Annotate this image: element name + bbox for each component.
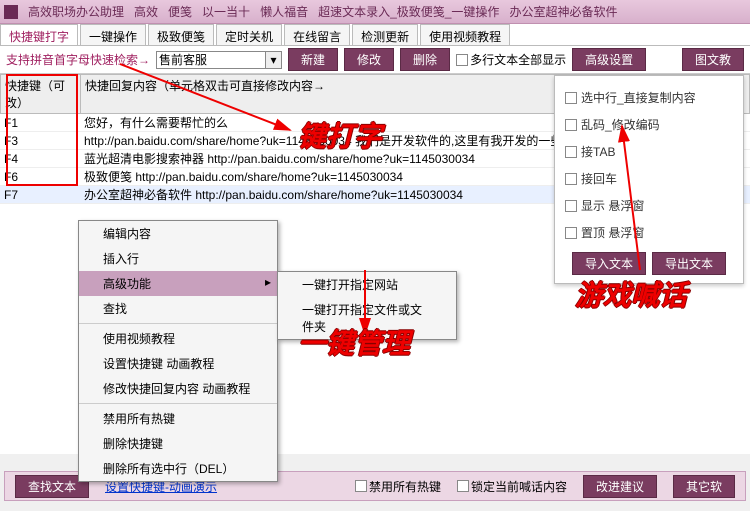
opt-fix-encoding[interactable]: 乱码_修改编码	[563, 111, 735, 138]
delete-button[interactable]: 删除	[400, 48, 450, 71]
advanced-settings-button[interactable]: 高级设置	[572, 48, 646, 71]
tab-shutdown[interactable]: 定时关机	[216, 24, 282, 45]
opt-top-float[interactable]: 置顶 悬浮窗	[563, 219, 735, 246]
pinyin-search-label: 支持拼音首字母快速检索→	[6, 51, 150, 68]
submenu-open-file[interactable]: 一键打开指定文件或文件夹	[278, 297, 456, 339]
menu-separator	[79, 403, 277, 404]
tab-shortcut-typing[interactable]: 快捷键打字	[0, 24, 78, 45]
app-title: 高效职场办公助理	[28, 3, 124, 20]
title-link[interactable]: 懒人福音	[260, 3, 308, 20]
lock-shout-checkbox[interactable]: 锁定当前喊话内容	[457, 478, 567, 495]
checkbox-icon	[565, 146, 577, 158]
checkbox-icon	[456, 54, 468, 66]
menu-insert-row[interactable]: 插入行	[79, 246, 277, 271]
menu-disable-hotkeys[interactable]: 禁用所有热键	[79, 406, 277, 431]
title-link[interactable]: 超速文本录入_极致便笺_一键操作	[318, 3, 499, 20]
col-shortcut-key: 快捷键（可改）	[1, 75, 81, 113]
advanced-settings-panel: 选中行_直接复制内容 乱码_修改编码 接TAB 接回车 显示 悬浮窗 置顶 悬浮…	[554, 75, 744, 284]
submenu-arrow-icon: ▸	[265, 275, 271, 289]
multiline-checkbox[interactable]: 多行文本全部显示	[456, 51, 566, 68]
opt-append-tab[interactable]: 接TAB	[563, 138, 735, 165]
tab-update[interactable]: 检测更新	[352, 24, 418, 45]
checkbox-icon	[457, 480, 469, 492]
other-software-button[interactable]: 其它软	[673, 475, 735, 498]
menu-edit-content[interactable]: 编辑内容	[79, 221, 277, 246]
checkbox-icon	[565, 92, 577, 104]
app-icon	[4, 5, 18, 19]
opt-show-float[interactable]: 显示 悬浮窗	[563, 192, 735, 219]
chevron-down-icon[interactable]: ▾	[266, 51, 282, 69]
img-text-button[interactable]: 图文教	[682, 48, 744, 71]
menu-delete-selected[interactable]: 删除所有选中行（DEL）	[79, 456, 277, 481]
tab-sticky-notes[interactable]: 极致便笺	[148, 24, 214, 45]
title-link[interactable]: 办公室超神必备软件	[509, 3, 617, 20]
opt-append-enter[interactable]: 接回车	[563, 165, 735, 192]
menu-video-tutorial[interactable]: 使用视频教程	[79, 326, 277, 351]
checkbox-icon	[565, 119, 577, 131]
search-combo[interactable]: ▾	[156, 51, 282, 69]
title-link[interactable]: 以一当十	[202, 3, 250, 20]
suggest-button[interactable]: 改进建议	[583, 475, 657, 498]
toolbar: 支持拼音首字母快速检索→ ▾ 新建 修改 删除 多行文本全部显示 高级设置 图文…	[0, 46, 750, 74]
tab-bar: 快捷键打字 一键操作 极致便笺 定时关机 在线留言 检测更新 使用视频教程	[0, 24, 750, 46]
checkbox-icon	[565, 200, 577, 212]
checkbox-icon	[565, 173, 577, 185]
new-button[interactable]: 新建	[288, 48, 338, 71]
menu-edit-content-tutorial[interactable]: 修改快捷回复内容 动画教程	[79, 376, 277, 401]
edit-button[interactable]: 修改	[344, 48, 394, 71]
opt-copy-on-select[interactable]: 选中行_直接复制内容	[563, 84, 735, 111]
tab-one-click[interactable]: 一键操作	[80, 24, 146, 45]
menu-find[interactable]: 查找	[79, 296, 277, 321]
context-menu: 编辑内容 插入行 高级功能 ▸ 一键打开指定网站 一键打开指定文件或文件夹 查找…	[78, 220, 278, 482]
checkbox-icon	[565, 227, 577, 239]
submenu: 一键打开指定网站 一键打开指定文件或文件夹	[277, 271, 457, 340]
import-text-button[interactable]: 导入文本	[572, 252, 646, 275]
title-link[interactable]: 高效	[134, 3, 158, 20]
title-bar: 高效职场办公助理 高效 便笺 以一当十 懒人福音 超速文本录入_极致便笺_一键操…	[0, 0, 750, 24]
menu-delete-shortcut[interactable]: 删除快捷键	[79, 431, 277, 456]
search-input[interactable]	[156, 51, 266, 69]
submenu-open-website[interactable]: 一键打开指定网站	[278, 272, 456, 297]
disable-all-hotkeys-checkbox[interactable]: 禁用所有热键	[355, 478, 441, 495]
tab-video-tutorial[interactable]: 使用视频教程	[420, 24, 510, 45]
export-text-button[interactable]: 导出文本	[652, 252, 726, 275]
menu-separator	[79, 323, 277, 324]
title-link[interactable]: 便笺	[168, 3, 192, 20]
tab-online-msg[interactable]: 在线留言	[284, 24, 350, 45]
menu-set-shortcut-tutorial[interactable]: 设置快捷键 动画教程	[79, 351, 277, 376]
checkbox-icon	[355, 480, 367, 492]
menu-advanced[interactable]: 高级功能 ▸ 一键打开指定网站 一键打开指定文件或文件夹	[79, 271, 277, 296]
